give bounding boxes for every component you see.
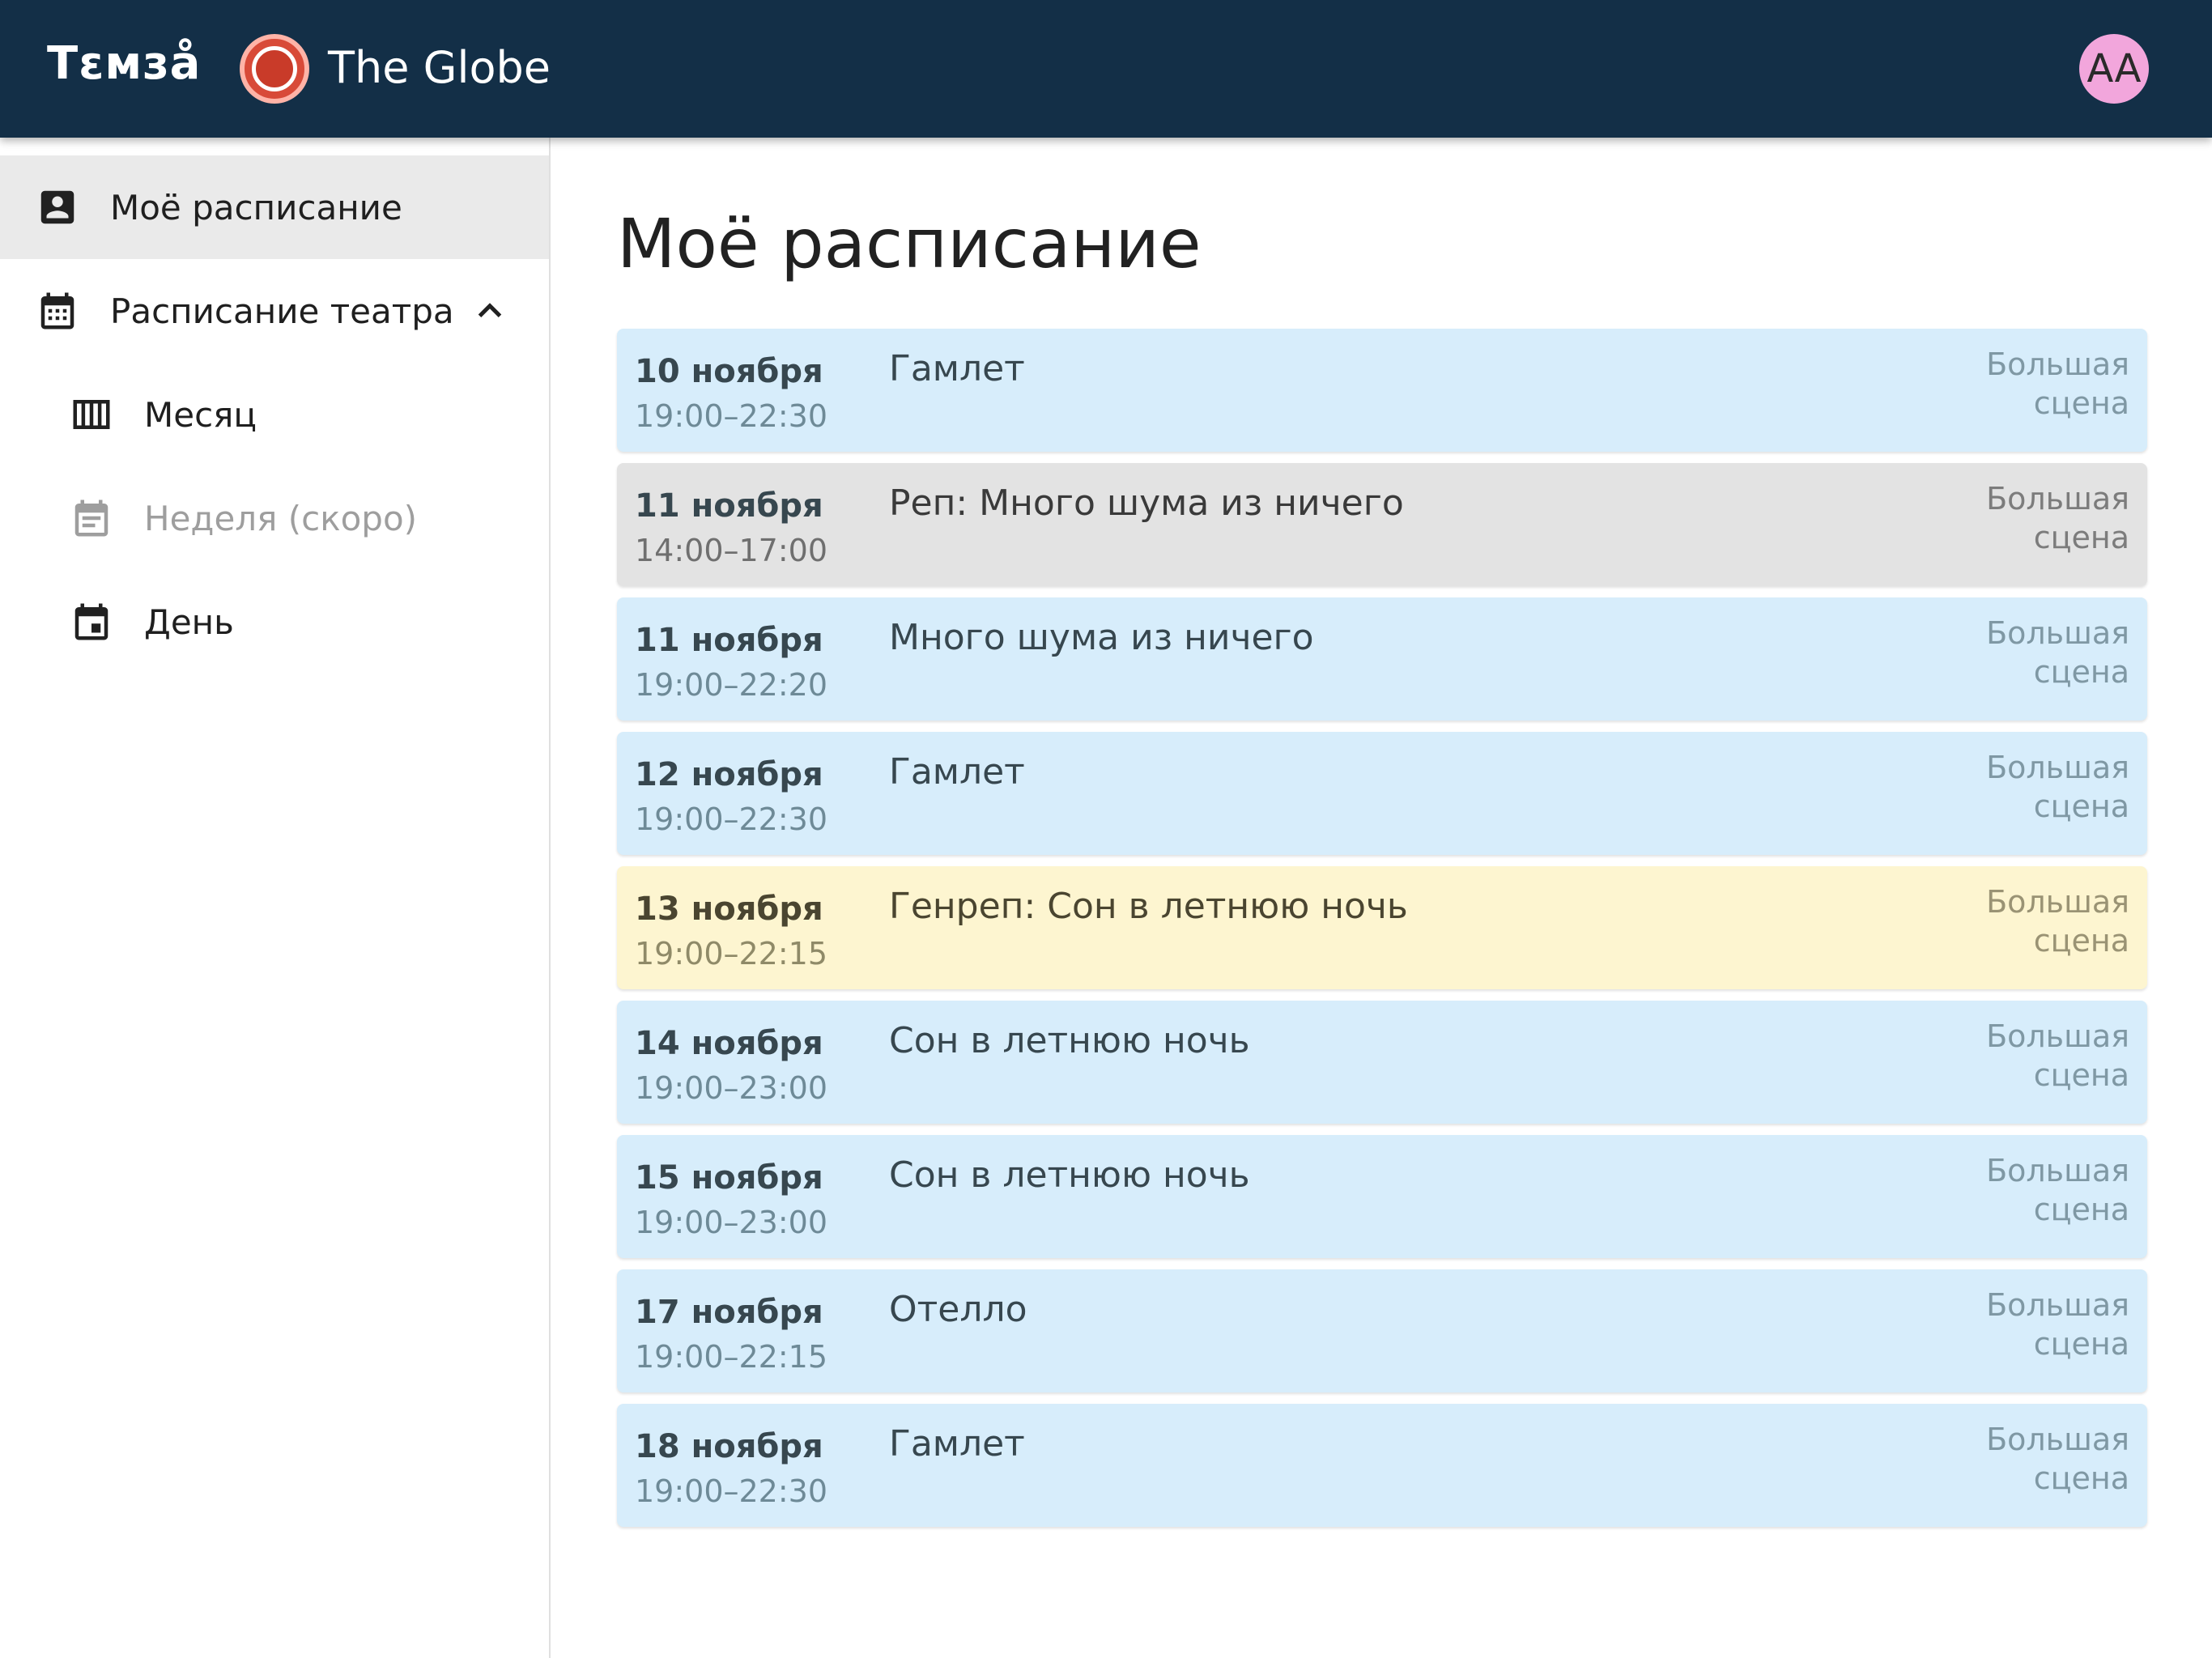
event-date: 11 ноября bbox=[635, 487, 823, 525]
event-card[interactable]: 14 ноября 19:00–23:00 Сон в летнюю ночь … bbox=[617, 1001, 2147, 1124]
event-card[interactable]: 15 ноября 19:00–23:00 Сон в летнюю ночь … bbox=[617, 1135, 2147, 1258]
event-venue: Большая сцена bbox=[1986, 481, 2129, 555]
event-card[interactable]: 18 ноября 19:00–22:30 Гамлет Большая сцен… bbox=[617, 1404, 2147, 1527]
sidebar-item-month[interactable]: Месяц bbox=[0, 363, 549, 466]
sidebar-item-label: Неделя (скоро) bbox=[144, 498, 418, 538]
event-venue: Большая сцена bbox=[1986, 1422, 2129, 1496]
event-card[interactable]: 11 ноября 14:00–17:00 Реп: Много шума из… bbox=[617, 463, 2147, 586]
event-card[interactable]: 11 ноября 19:00–22:20 Много шума из ниче… bbox=[617, 597, 2147, 721]
event-card[interactable]: 17 ноября 19:00–22:15 Отелло Большая сцен… bbox=[617, 1269, 2147, 1392]
event-title: Сон в летнюю ночь bbox=[889, 1020, 1250, 1061]
sidebar-item-day[interactable]: День bbox=[0, 570, 549, 674]
event-card[interactable]: 12 ноября 19:00–22:30 Гамлет Большая сцен… bbox=[617, 732, 2147, 855]
event-date: 18 ноября bbox=[635, 1428, 823, 1465]
event-title: Гамлет bbox=[889, 1423, 1025, 1465]
event-time: 19:00–22:30 bbox=[635, 398, 828, 434]
sidebar-item-label: Моё расписание bbox=[110, 187, 402, 227]
event-date: 17 ноября bbox=[635, 1294, 823, 1331]
theatre-name[interactable]: The Globe bbox=[328, 42, 551, 93]
event-time: 19:00–23:00 bbox=[635, 1070, 828, 1106]
event-venue: Большая сцена bbox=[1986, 615, 2129, 690]
event-card[interactable]: 13 ноября 19:00–22:15 Генреп: Сон в летн… bbox=[617, 866, 2147, 989]
event-venue: Большая сцена bbox=[1986, 346, 2129, 421]
event-title: Отелло bbox=[889, 1289, 1027, 1330]
event-venue: Большая сцена bbox=[1986, 1018, 2129, 1093]
user-avatar[interactable]: AA bbox=[2079, 34, 2149, 104]
event-time: 19:00–22:30 bbox=[635, 801, 828, 837]
event-time: 19:00–23:00 bbox=[635, 1205, 828, 1240]
chevron-up-icon[interactable] bbox=[470, 291, 510, 331]
event-date: 12 ноября bbox=[635, 756, 823, 793]
app-logo[interactable]: Тεмзå bbox=[47, 37, 201, 90]
event-date: 11 ноября bbox=[635, 622, 823, 659]
event-title: Генреп: Сон в летнюю ночь bbox=[889, 886, 1408, 927]
event-date: 13 ноября bbox=[635, 891, 823, 928]
event-date: 14 ноября bbox=[635, 1025, 823, 1062]
calendar-text-icon bbox=[74, 500, 108, 537]
sidebar: Моё расписание Расписание театра Месяц Н… bbox=[0, 138, 551, 1658]
event-venue: Большая сцена bbox=[1986, 750, 2129, 824]
event-venue: Большая сцена bbox=[1986, 1153, 2129, 1227]
event-title: Сон в летнюю ночь bbox=[889, 1154, 1250, 1196]
calendar-month-icon bbox=[40, 292, 74, 329]
event-time: 19:00–22:30 bbox=[635, 1473, 828, 1509]
app-bar: Тεмзå The Globe AA bbox=[0, 0, 2212, 138]
page-title: Моё расписание bbox=[617, 204, 1202, 283]
event-card[interactable]: 10 ноября 19:00–22:30 Гамлет Большая сцен… bbox=[617, 329, 2147, 452]
event-title: Реп: Много шума из ничего bbox=[889, 483, 1404, 524]
event-title: Гамлет bbox=[889, 751, 1025, 793]
event-time: 19:00–22:20 bbox=[635, 667, 828, 703]
view-week-icon bbox=[73, 400, 110, 429]
event-venue: Большая сцена bbox=[1986, 1287, 2129, 1362]
event-time: 14:00–17:00 bbox=[635, 533, 828, 568]
event-date: 10 ноября bbox=[635, 353, 823, 390]
event-time: 19:00–22:15 bbox=[635, 936, 828, 971]
event-time: 19:00–22:15 bbox=[635, 1339, 828, 1375]
sidebar-item-theatre-schedule[interactable]: Расписание театра bbox=[0, 259, 549, 363]
sidebar-item-my-schedule[interactable]: Моё расписание bbox=[0, 155, 549, 259]
sidebar-item-week: Неделя (скоро) bbox=[0, 466, 549, 570]
sidebar-item-label: Расписание театра bbox=[110, 291, 454, 331]
calendar-today-icon bbox=[74, 603, 108, 640]
event-title: Много шума из ничего bbox=[889, 617, 1314, 658]
account-box-icon bbox=[40, 190, 74, 224]
event-date: 15 ноября bbox=[635, 1159, 823, 1197]
event-venue: Большая сцена bbox=[1986, 884, 2129, 959]
sidebar-item-label: Месяц bbox=[144, 394, 257, 435]
event-title: Гамлет bbox=[889, 348, 1025, 389]
sidebar-item-label: День bbox=[144, 602, 234, 642]
theatre-logo-icon[interactable] bbox=[240, 34, 309, 104]
